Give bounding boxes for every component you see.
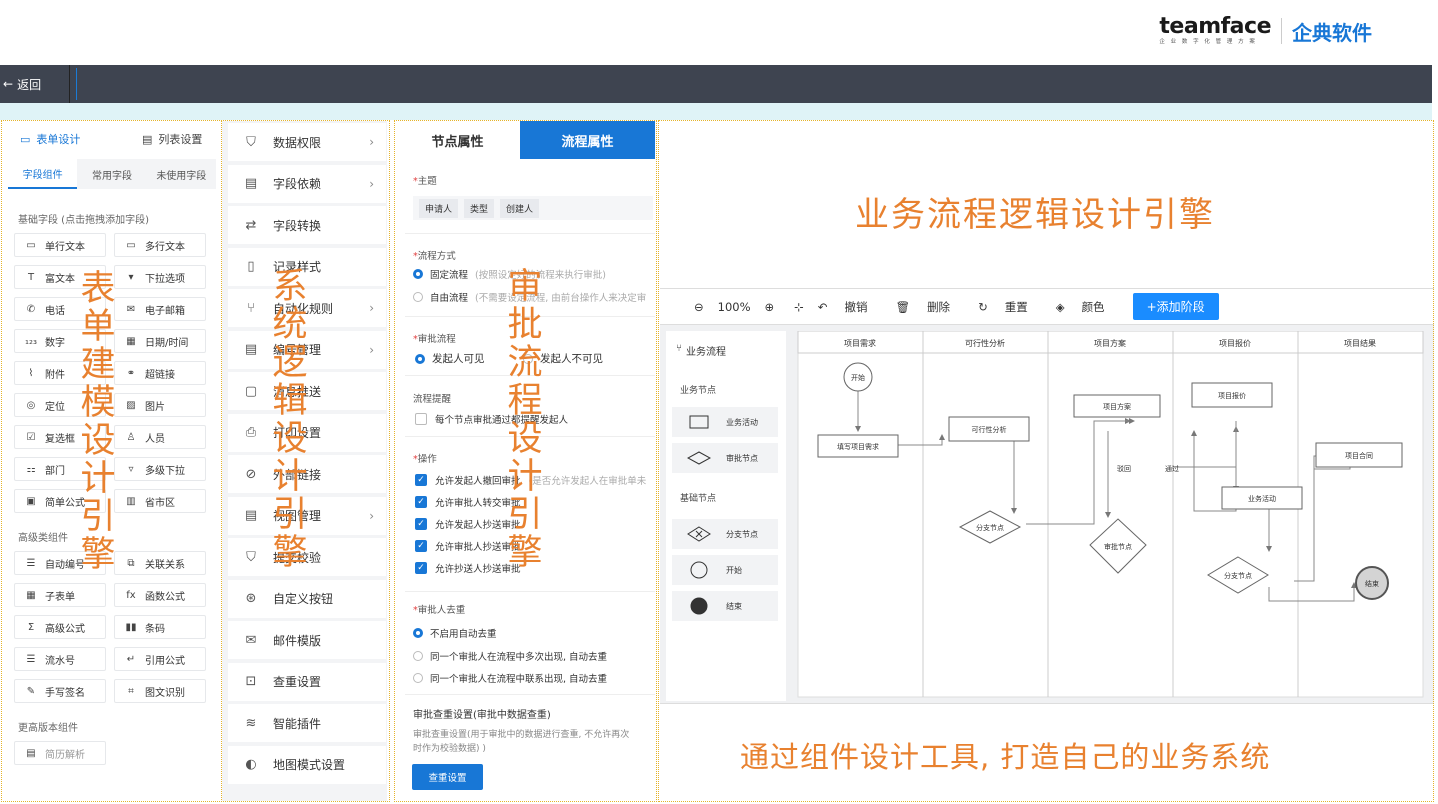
brand-tagline: 企 业 数 字 化 管 理 方 案 [1159,39,1257,45]
back-label: 返回 [17,77,42,92]
approval-panel-outline [394,120,657,802]
brand-name-en: teamface [1159,14,1271,39]
back-button[interactable]: ← 返回 [0,65,70,103]
header-input-area [76,68,1432,100]
workflow-panel-outline [658,120,1434,802]
brand-name-cn: 企典软件 [1292,20,1372,45]
top-bar: teamface 企 业 数 字 化 管 理 方 案 企典软件 [0,0,1438,65]
header-band [0,103,1432,120]
form-panel-outline [1,120,222,802]
system-panel-outline [221,120,390,802]
arrow-left-icon: ← [3,77,14,91]
brand-logo: teamface 企 业 数 字 化 管 理 方 案 企典软件 [1159,16,1372,46]
brand-divider [1281,18,1282,44]
header-bar: ← 返回 [0,65,1432,103]
